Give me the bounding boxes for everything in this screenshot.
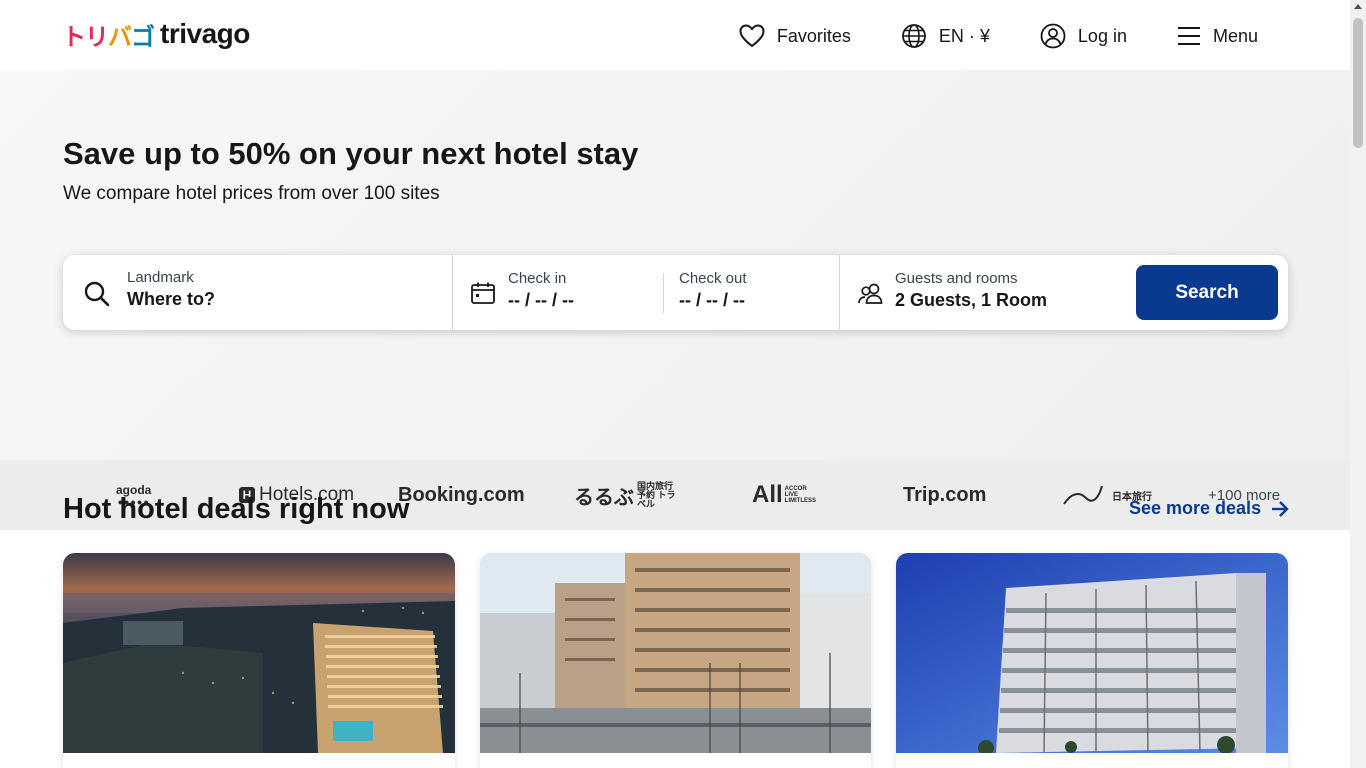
- destination-field[interactable]: Landmark Where to?: [63, 255, 453, 330]
- trivago-logo[interactable]: トリバゴ trivago: [62, 18, 250, 51]
- rurubu-logo: るるぶ 国内旅行予約 トラベル: [574, 460, 679, 530]
- checkout-field[interactable]: Check out -- / -- / --: [679, 270, 747, 311]
- user-icon: [1040, 23, 1066, 49]
- hero-section: Save up to 50% on your next hotel stay W…: [0, 70, 1350, 530]
- hamburger-menu-icon: [1177, 27, 1200, 45]
- logo-japanese: トリバゴ: [62, 23, 155, 51]
- hero-title: Save up to 50% on your next hotel stay: [63, 136, 639, 171]
- menu-button[interactable]: Menu: [1177, 20, 1258, 52]
- trip-com-logo: Trip.com: [903, 483, 987, 506]
- guests-value: 2 Guests, 1 Room: [895, 290, 1048, 310]
- language-currency-button[interactable]: EN · ¥: [901, 20, 990, 52]
- checkin-field[interactable]: Check in -- / -- / --: [508, 270, 574, 311]
- header-nav: Favorites EN · ¥ Log in Menu: [689, 20, 1258, 52]
- deals-section-title: Hot hotel deals right now: [63, 493, 410, 525]
- favorites-label: Favorites: [776, 25, 851, 46]
- hero-subtitle: We compare hotel prices from over 100 si…: [63, 183, 440, 204]
- guests-icon: [858, 283, 883, 304]
- nippon-travel-logo: 日本旅行: [1062, 460, 1152, 530]
- logo-wordmark: trivago: [160, 18, 250, 49]
- login-label: Log in: [1077, 25, 1127, 46]
- search-icon: [84, 281, 110, 307]
- guests-label: Guests and rooms: [895, 270, 1018, 287]
- search-button[interactable]: Search: [1136, 265, 1278, 320]
- menu-label: Menu: [1212, 25, 1258, 46]
- destination-label: Landmark: [127, 269, 194, 286]
- checkout-value: -- / -- / --: [679, 290, 745, 310]
- checkout-label: Check out: [679, 270, 747, 287]
- more-partners-text: +100 more: [1208, 486, 1281, 504]
- hotel-image: [480, 553, 871, 753]
- scrollbar-thumb[interactable]: [1353, 18, 1363, 148]
- language-label: EN · ¥: [938, 25, 990, 46]
- page-scrollbar[interactable]: [1350, 0, 1366, 768]
- guests-rooms-field[interactable]: Guests and rooms 2 Guests, 1 Room: [840, 255, 1130, 330]
- scroll-up-arrow-icon[interactable]: [1354, 4, 1362, 9]
- favorites-button[interactable]: Favorites: [739, 20, 851, 52]
- see-more-label: See more deals: [1129, 498, 1262, 518]
- hotel-image: [63, 553, 455, 753]
- accor-sub: ACCOR LIVE LIMITLESS: [784, 486, 817, 504]
- accor-all-logo: All ACCOR LIVE LIMITLESS: [752, 460, 821, 530]
- hotel-image: [896, 553, 1288, 753]
- accor-wordmark: All: [752, 481, 783, 508]
- booking-com-logo: Booking.com: [398, 483, 525, 506]
- deal-card[interactable]: [896, 553, 1288, 768]
- destination-input[interactable]: Where to?: [127, 289, 215, 310]
- checkin-value: -- / -- / --: [508, 290, 574, 310]
- deal-card[interactable]: [63, 553, 455, 768]
- rurubu-wordmark: るるぶ: [574, 486, 634, 509]
- heart-icon: [739, 24, 765, 48]
- dates-field: Check in -- / -- / -- Check out -- / -- …: [453, 255, 840, 330]
- checkin-label: Check in: [508, 270, 567, 287]
- top-header: トリバゴ trivago Favorites EN · ¥ Log in Men…: [0, 0, 1350, 70]
- deal-card[interactable]: [480, 553, 871, 768]
- rurubu-sub: 国内旅行予約 トラベル: [637, 480, 676, 509]
- arrow-right-icon: [1272, 500, 1289, 517]
- search-bar: Landmark Where to? Check in -- / -- / --…: [63, 255, 1288, 330]
- dates-divider: [663, 273, 664, 313]
- globe-icon: [902, 24, 926, 48]
- login-button[interactable]: Log in: [1040, 20, 1127, 52]
- calendar-icon: [471, 282, 495, 304]
- nippon-wave-icon: [1063, 485, 1103, 505]
- see-more-deals-link[interactable]: See more deals: [1129, 498, 1290, 519]
